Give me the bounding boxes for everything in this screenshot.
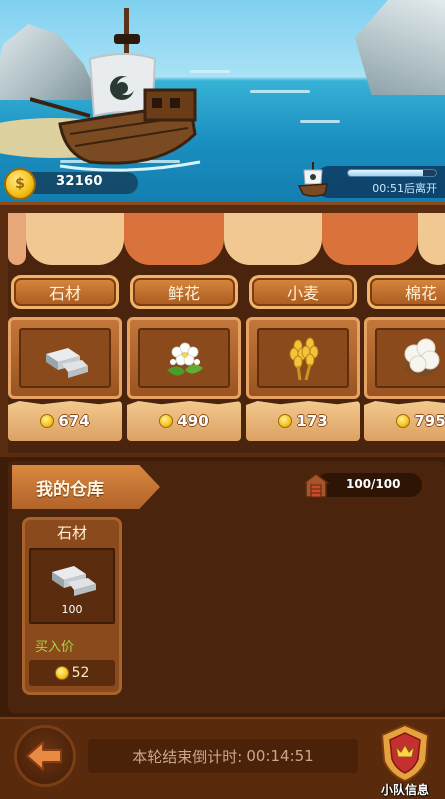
wave bbox=[300, 120, 340, 123]
wheat-icon bbox=[289, 337, 319, 381]
back-arrow-icon bbox=[26, 741, 62, 771]
market-stall[interactable]: 棉花 795 bbox=[364, 275, 445, 447]
countdown-label: 本轮结束倒计时: bbox=[132, 747, 243, 766]
bottom-bar: 本轮结束倒计时: 00:14:51 小队信息 bbox=[0, 717, 445, 799]
market-stall[interactable]: 鲜花 490 bbox=[127, 275, 241, 447]
awning-stripe bbox=[124, 213, 224, 265]
departure-time-text: 00:51后离开 bbox=[372, 182, 437, 195]
stall-name: 鲜花 bbox=[130, 275, 238, 309]
market-stall[interactable]: 石材 674 bbox=[8, 275, 122, 447]
coin-icon bbox=[278, 414, 293, 428]
coin-icon bbox=[40, 414, 55, 428]
awning-stripe bbox=[322, 213, 418, 265]
stall-price: 795 bbox=[364, 401, 445, 441]
ocean-scene: $ 32160 00:51后离开 bbox=[0, 0, 445, 202]
flower-icon bbox=[167, 342, 203, 376]
awning-stripe bbox=[224, 213, 322, 265]
team-info-label: 小队信息 bbox=[380, 783, 429, 797]
stall-crate bbox=[364, 317, 445, 399]
buy-price: 52 bbox=[29, 660, 115, 686]
stall-price: 173 bbox=[246, 401, 360, 441]
warehouse-capacity: 100/100 bbox=[302, 471, 422, 499]
departure-progress-bar bbox=[347, 169, 437, 177]
item-name: 石材 bbox=[56, 524, 87, 542]
cotton-icon bbox=[404, 338, 440, 376]
market-scroll-area[interactable]: 石材 674 鲜花 490 小麦 173 棉花 795 bbox=[8, 213, 445, 453]
awning-stripe bbox=[8, 213, 26, 265]
stall-crate bbox=[8, 317, 122, 399]
stone-icon bbox=[52, 566, 96, 596]
awning-stripe bbox=[26, 213, 124, 265]
stall-name: 小麦 bbox=[249, 275, 357, 309]
stall-crate bbox=[246, 317, 360, 399]
capacity-text: 100/100 bbox=[346, 477, 401, 491]
warehouse-item-card[interactable]: 石材 100 买入价 52 bbox=[22, 517, 122, 695]
countdown-value: 00:14:51 bbox=[246, 747, 314, 765]
buy-price-label: 买入价 bbox=[35, 640, 75, 655]
back-button[interactable] bbox=[14, 725, 76, 787]
stall-price-value: 674 bbox=[58, 412, 90, 430]
stall-name: 棉花 bbox=[367, 275, 445, 309]
coin-icon bbox=[396, 414, 411, 428]
item-slot: 100 bbox=[29, 548, 115, 624]
stall-name: 石材 bbox=[11, 275, 119, 309]
stall-crate bbox=[127, 317, 241, 399]
wave bbox=[250, 90, 310, 93]
market-stall[interactable]: 小麦 173 bbox=[246, 275, 360, 447]
coin-counter: $ 32160 bbox=[4, 168, 144, 200]
coin-icon bbox=[159, 414, 174, 428]
pirate-ship-icon bbox=[30, 8, 201, 172]
market-awning bbox=[8, 213, 445, 271]
stall-price-value: 795 bbox=[414, 412, 445, 430]
warehouse-title: 我的仓库 bbox=[12, 465, 160, 509]
team-info-button[interactable]: 小队信息 bbox=[370, 721, 440, 799]
rock-decoration bbox=[355, 0, 445, 95]
stall-price: 674 bbox=[8, 401, 122, 441]
warehouse-icon bbox=[302, 473, 330, 498]
small-ship-icon bbox=[297, 162, 328, 197]
departure-progress-fill bbox=[348, 170, 423, 176]
item-quantity: 100 bbox=[61, 603, 83, 616]
buy-price-value: 52 bbox=[71, 665, 90, 681]
team-shield-icon bbox=[380, 723, 430, 783]
warehouse-section: 我的仓库 100/100 石材 100 买入价 52 bbox=[0, 457, 445, 717]
market-panel: 石材 674 鲜花 490 小麦 173 棉花 795 bbox=[0, 202, 445, 457]
coin-icon bbox=[54, 666, 69, 680]
stall-price-value: 490 bbox=[177, 412, 209, 430]
stall-price-value: 173 bbox=[296, 412, 328, 430]
gold-coin-icon: $ bbox=[4, 168, 36, 200]
awning-stripe bbox=[418, 213, 445, 265]
stone-icon bbox=[46, 348, 88, 378]
coin-amount: 32160 bbox=[56, 174, 103, 189]
ship-departure-status: 00:51后离开 bbox=[295, 160, 445, 200]
stall-price: 490 bbox=[127, 401, 241, 441]
round-countdown: 本轮结束倒计时: 00:14:51 bbox=[88, 739, 358, 773]
